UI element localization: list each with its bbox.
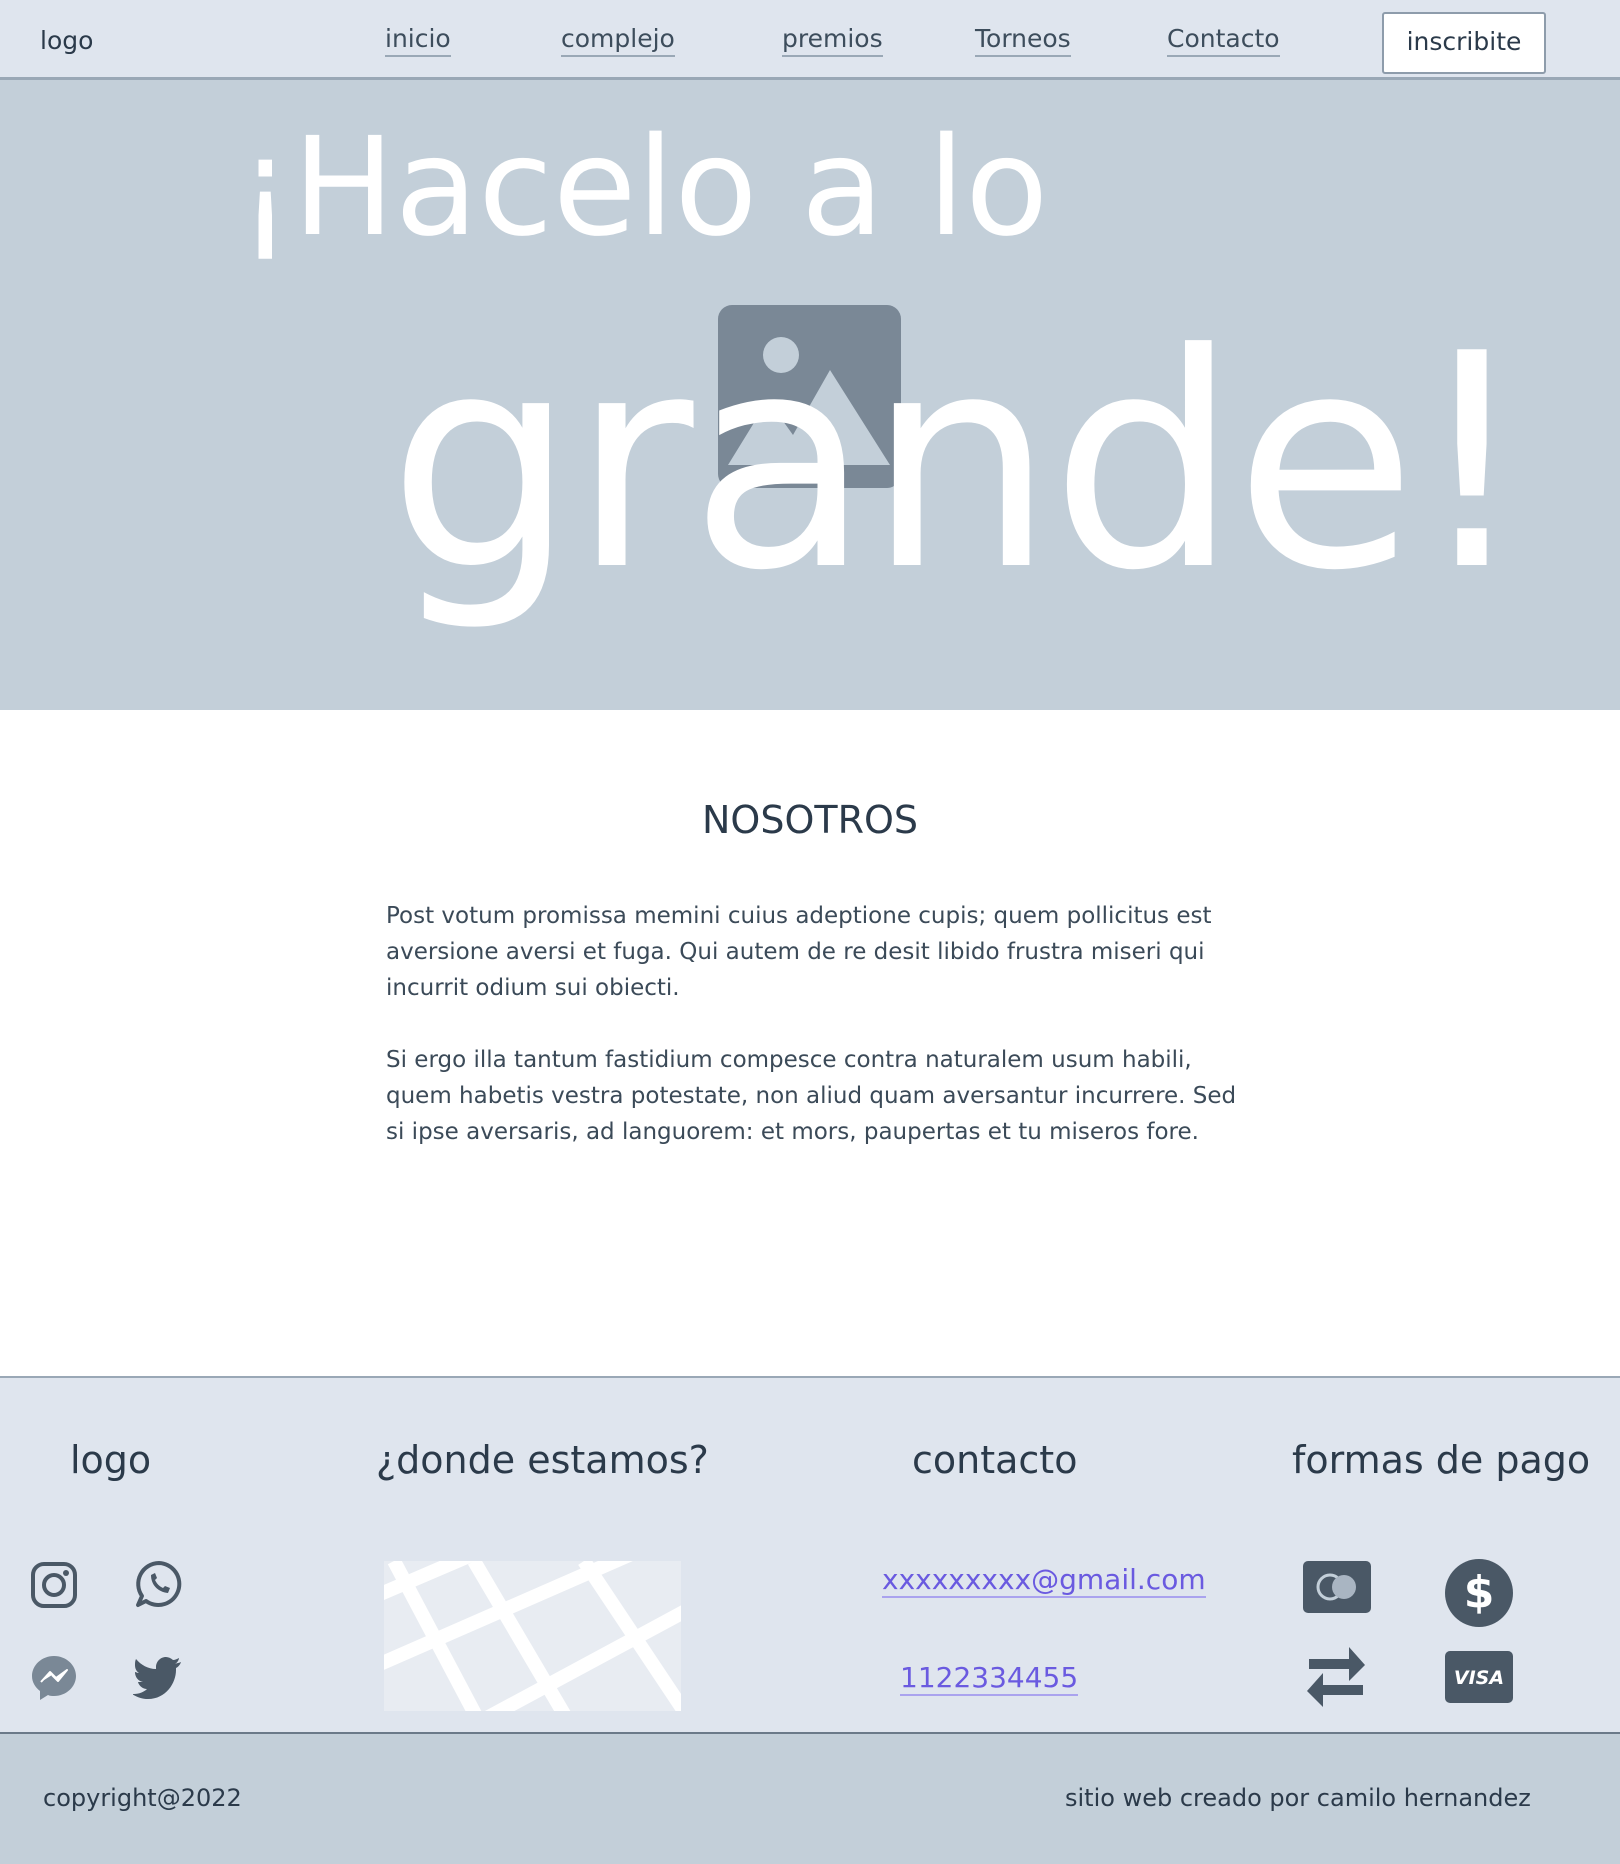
- copyright-text: copyright@2022: [43, 1784, 242, 1812]
- navbar: logo inicio complejo premios Torneos Con…: [0, 0, 1620, 80]
- bottom-bar: copyright@2022 sitio web creado por cami…: [0, 1734, 1620, 1864]
- footer: logo ¿donde estamos? contacto formas de …: [0, 1376, 1620, 1734]
- instagram-icon[interactable]: [30, 1561, 78, 1609]
- nav-link-torneos[interactable]: Torneos: [975, 24, 1071, 57]
- twitter-icon[interactable]: [133, 1656, 183, 1700]
- svg-text:$: $: [1464, 1567, 1495, 1618]
- about-paragraph: Si ergo illa tantum fastidium compesce c…: [386, 1047, 1237, 1145]
- visa-icon: VISA: [1445, 1651, 1513, 1703]
- contact-phone-link[interactable]: 1122334455: [900, 1661, 1079, 1696]
- nav-link-complejo[interactable]: complejo: [561, 24, 675, 57]
- nav-link-contacto[interactable]: Contacto: [1167, 24, 1280, 57]
- whatsapp-icon[interactable]: [134, 1559, 184, 1609]
- inscribite-button[interactable]: inscribite: [1382, 12, 1546, 74]
- mastercard-icon: [1303, 1561, 1371, 1613]
- messenger-icon[interactable]: [30, 1654, 78, 1702]
- visa-text: VISA: [1454, 1667, 1504, 1689]
- map-placeholder[interactable]: [384, 1561, 681, 1711]
- nav-link-premios[interactable]: premios: [782, 24, 883, 57]
- hero-banner: ¡Hacelo a lo grande!: [0, 80, 1620, 710]
- dollar-icon: $: [1445, 1559, 1513, 1627]
- hero-headline-line2: grande!: [388, 290, 1531, 635]
- contact-email-link[interactable]: xxxxxxxxx@gmail.com: [882, 1563, 1206, 1598]
- footer-payment-title: formas de pago: [1292, 1438, 1591, 1482]
- nav-logo[interactable]: logo: [40, 26, 93, 55]
- nav-link-inicio[interactable]: inicio: [385, 24, 451, 57]
- about-title: NOSOTROS: [701, 798, 918, 842]
- transfer-icon: [1307, 1647, 1365, 1707]
- about-text: Post votum promissa memini cuius adeptio…: [386, 898, 1246, 1186]
- footer-contact-title: contacto: [912, 1438, 1078, 1482]
- hero-headline-line1: ¡Hacelo a lo: [238, 109, 1049, 267]
- about-paragraph: Post votum promissa memini cuius adeptio…: [386, 903, 1212, 1001]
- footer-logo[interactable]: logo: [70, 1438, 151, 1482]
- credits-text: sitio web creado por camilo hernandez: [1065, 1784, 1531, 1812]
- footer-location-title: ¿donde estamos?: [376, 1438, 709, 1482]
